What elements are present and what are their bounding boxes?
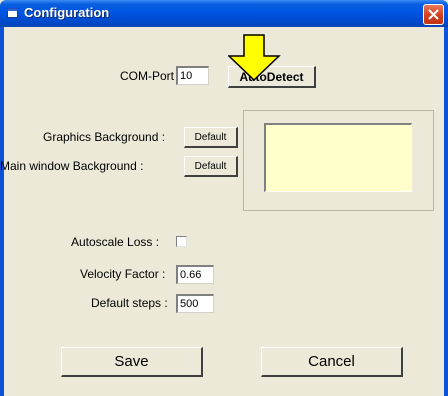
- configuration-window: Configuration COM-Port 10 AutoDetect Gra…: [0, 0, 448, 396]
- graphics-background-default-label: Default: [194, 131, 227, 143]
- close-icon: [428, 9, 439, 20]
- window-app-icon: [7, 8, 18, 18]
- velocity-factor-input[interactable]: 0.66: [176, 265, 214, 284]
- title-bar[interactable]: Configuration: [0, 0, 448, 27]
- com-port-label: COM-Port: [120, 69, 174, 83]
- close-button[interactable]: [423, 4, 444, 25]
- cancel-button-label: Cancel: [308, 353, 355, 370]
- default-steps-label: Default steps :: [91, 296, 168, 310]
- window-title: Configuration: [24, 5, 110, 20]
- graphics-background-label: Graphics Background :: [43, 130, 166, 144]
- autoscale-loss-checkbox[interactable]: [176, 236, 187, 247]
- main-window-background-default-button[interactable]: Default: [184, 156, 238, 177]
- com-port-input[interactable]: 10: [176, 66, 209, 85]
- save-button-label: Save: [114, 353, 149, 370]
- graphics-background-default-button[interactable]: Default: [184, 127, 238, 148]
- default-steps-input[interactable]: 500: [176, 294, 214, 313]
- cancel-button[interactable]: Cancel: [261, 347, 403, 377]
- velocity-factor-label: Velocity Factor :: [80, 267, 166, 281]
- autoscale-loss-label: Autoscale Loss :: [71, 235, 160, 249]
- window-frame-right: [444, 27, 448, 396]
- window-frame-left: [0, 27, 4, 396]
- main-window-background-default-label: Default: [194, 160, 227, 172]
- main-window-background-label: Main window Background :: [0, 159, 144, 173]
- color-preview-swatch: [264, 123, 412, 192]
- save-button[interactable]: Save: [61, 347, 203, 377]
- arrow-down-icon: [228, 34, 281, 82]
